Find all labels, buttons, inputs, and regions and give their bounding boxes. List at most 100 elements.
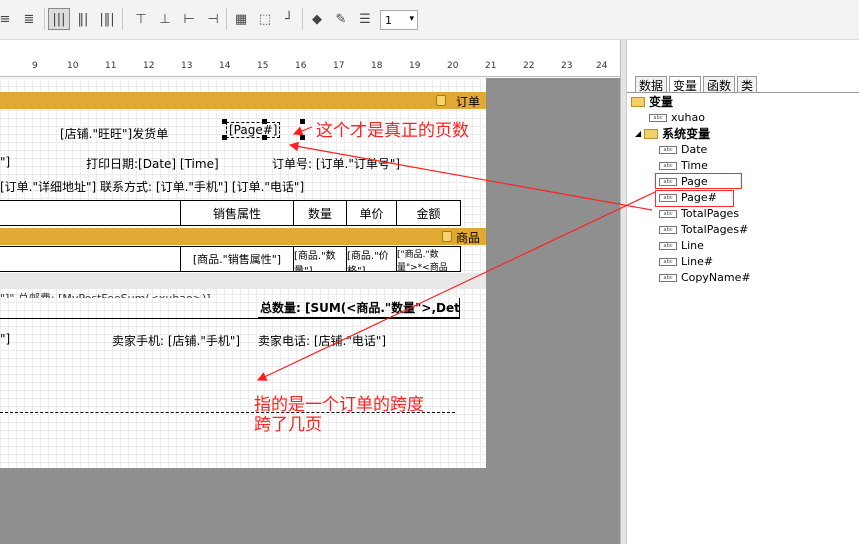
resize-handle[interactable] (262, 119, 267, 124)
total-quantity-field[interactable]: 总数量: [SUM(<商品."数量">,Detail (258, 298, 460, 318)
variable-icon: abc (659, 225, 677, 234)
row-sales-attr: [商品."销售属性"] (192, 253, 282, 266)
barcode-style-2-icon[interactable]: ‖| (72, 8, 94, 30)
tree-item[interactable]: abc Line (659, 238, 704, 253)
border-corner-icon[interactable]: ┘ (278, 8, 300, 30)
barcode-style-3-icon[interactable]: |‖| (96, 8, 118, 30)
border-bottom-icon[interactable]: ⊥ (154, 8, 176, 30)
folder-icon (644, 128, 659, 139)
variable-icon: abc (659, 241, 677, 250)
table-row-cell[interactable]: ["商品."数量">*<商品 (396, 246, 461, 272)
tree-item-label: TotalPages# (681, 223, 749, 236)
tree-item[interactable]: abc xuhao (649, 110, 705, 125)
row-quantity: [商品."数量"] (294, 251, 336, 272)
ruler-label: 11 (105, 61, 117, 71)
page-hash-highlight-box (655, 190, 734, 207)
fill-color-icon[interactable]: ◆ (306, 8, 328, 30)
postage-sum-field[interactable]: "]" 总邮费: [MyPostFeeSum(<xuhao>)] (0, 290, 211, 298)
toolbar-separator (44, 8, 45, 30)
ruler-label: 24 (596, 61, 608, 71)
resize-handle[interactable] (300, 135, 305, 140)
variables-panel: 数据 变量 函数 类 变量 abc xuhao ◢ 系统变量 abc Date abc… (626, 40, 859, 544)
border-none-icon[interactable]: ⬚ (254, 8, 276, 30)
table-header-cell[interactable]: 数量 (293, 200, 347, 226)
tab-variables[interactable]: 变量 (669, 76, 702, 93)
tree-item[interactable]: abc Date (659, 142, 707, 157)
line-style-icon[interactable]: ☰ (354, 8, 376, 30)
page-note-annotation: 这个才是真正的页数 (316, 121, 469, 141)
tree-item[interactable]: abc Line# (659, 254, 713, 269)
report-page[interactable]: 订单 [店铺."旺旺"]发货单 [Page#] "] 打印日期:[Date] [… (0, 78, 486, 468)
print-date-field[interactable]: 打印日期:[Date] [Time] (86, 155, 219, 172)
ruler-label: 17 (333, 61, 345, 71)
table-row-cell[interactable]: [商品."数量"] (293, 246, 347, 272)
ruler-label: 19 (409, 61, 421, 71)
order-band[interactable]: 订单 (0, 92, 486, 109)
border-all-icon[interactable]: ▦ (230, 8, 252, 30)
order-number-field[interactable]: 订单号: [订单."订单号"] (272, 155, 400, 172)
ruler-label: 16 (295, 61, 307, 71)
report-canvas: 订单 [店铺."旺旺"]发货单 [Page#] "] 打印日期:[Date] [… (0, 78, 620, 544)
barcode-style-1-icon[interactable]: ||| (48, 8, 70, 30)
header-sales-attr: 销售属性 (212, 206, 261, 221)
seller-phone-field[interactable]: 卖家电话: [店铺."电话"] (258, 332, 386, 349)
tree-item-label: Line# (681, 255, 714, 268)
resize-handle[interactable] (222, 119, 227, 124)
tab-classes[interactable]: 类 (737, 76, 758, 93)
page-highlight-box (655, 173, 742, 189)
line-width-select[interactable]: 1 ▾ (380, 10, 418, 30)
tab-data[interactable]: 数据 (635, 76, 668, 93)
align-justify-icon[interactable]: ≡ (0, 8, 16, 30)
ruler-label: 20 (447, 61, 459, 71)
border-right-icon[interactable]: ⊣ (202, 8, 224, 30)
table-header-cell[interactable]: 销售属性 (180, 200, 294, 226)
table-header-cell[interactable]: 金额 (396, 200, 461, 226)
resize-handle[interactable] (300, 119, 305, 124)
toolbar: ≡ ≣ ||| ‖| |‖| ⊤ ⊥ ⊢ ⊣ ▦ ⬚ ┘ ◆ ✎ ☰ 1 ▾ (0, 0, 859, 40)
variable-icon: abc (659, 145, 677, 154)
tree-root[interactable]: 变量 (631, 94, 673, 109)
border-left-icon[interactable]: ⊢ (178, 8, 200, 30)
table-header-cell[interactable] (0, 200, 181, 226)
table-header-cell[interactable]: 单价 (346, 200, 397, 226)
line-color-icon[interactable]: ✎ (330, 8, 352, 30)
resize-handle[interactable] (222, 135, 227, 140)
ruler-label: 23 (561, 61, 573, 71)
shop-title-field[interactable]: [店铺."旺旺"]发货单 (60, 125, 168, 142)
align-right-icon[interactable]: ≣ (18, 8, 40, 30)
left-bracket-text: "] (0, 155, 11, 169)
toolbar-separator (122, 8, 123, 30)
tree-item[interactable]: abc Time (659, 158, 708, 173)
table-row-cell[interactable] (0, 246, 181, 272)
tree-item[interactable]: abc CopyName# (659, 270, 751, 285)
resize-handle[interactable] (262, 135, 267, 140)
span-note-annotation-2: 跨了几页 (254, 415, 322, 435)
ruler-label: 9 (32, 61, 38, 71)
variable-icon: abc (659, 209, 677, 218)
page-number-field[interactable]: [Page#] (226, 122, 281, 138)
tree-item[interactable]: abc TotalPages (659, 206, 739, 221)
ruler-label: 22 (523, 61, 535, 71)
ruler-label: 12 (143, 61, 155, 71)
tree-item[interactable]: abc TotalPages# (659, 222, 748, 237)
order-band-label: 订单 (455, 95, 480, 109)
tree-item-label: Date (681, 143, 708, 156)
row-price: [商品."价格"] (347, 251, 389, 272)
chevron-down-icon: ▾ (409, 14, 414, 24)
border-top-icon[interactable]: ⊤ (130, 8, 152, 30)
tree-system-group[interactable]: ◢ 系统变量 (635, 126, 710, 141)
header-amount: 金额 (416, 206, 441, 221)
seller-mobile-field[interactable]: 卖家手机: [店铺."手机"] (112, 332, 240, 349)
product-band[interactable]: 商品 (0, 228, 486, 245)
table-row-cell[interactable]: [商品."销售属性"] (180, 246, 294, 272)
variable-icon: abc (659, 273, 677, 282)
header-unit-price: 单价 (359, 206, 384, 221)
tree-item-label: xuhao (671, 111, 705, 124)
ruler-label: 14 (219, 61, 231, 71)
variable-icon: abc (649, 113, 667, 122)
table-row-cell[interactable]: [商品."价格"] (346, 246, 397, 272)
address-contact-field[interactable]: [订单."详细地址"] 联系方式: [订单."手机"] [订单."电话"] (0, 178, 304, 195)
tree-system-group-label: 系统变量 (662, 127, 711, 141)
ruler-label: 21 (485, 61, 497, 71)
tab-functions[interactable]: 函数 (703, 76, 736, 93)
